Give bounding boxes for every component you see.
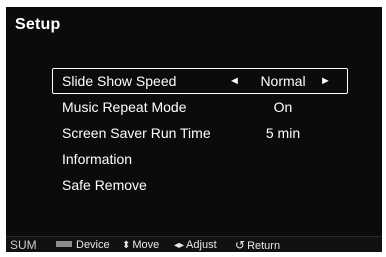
menu-item-safe-remove[interactable]: Safe Remove <box>52 172 348 198</box>
setup-menu: Slide Show Speed ◄ Normal ► Music Repeat… <box>52 68 348 198</box>
menu-item-label: Slide Show Speed <box>62 73 177 89</box>
footer-adjust-hint: ◂▸ Adjust <box>174 237 217 252</box>
menu-item-label: Music Repeat Mode <box>62 99 187 115</box>
page-title: Setup <box>15 16 61 33</box>
menu-item-information[interactable]: Information <box>52 146 348 172</box>
footer-help-bar: SUM Device ⬍ Move ◂▸ Adjust ↺ Return <box>6 236 382 252</box>
footer-move-hint: ⬍ Move <box>122 237 159 252</box>
menu-item-screen-saver-run-time[interactable]: Screen Saver Run Time 5 min <box>52 120 348 146</box>
menu-item-label: Screen Saver Run Time <box>62 125 211 141</box>
tv-setup-screen: Setup Slide Show Speed ◄ Normal ► Music … <box>6 7 382 252</box>
return-icon: ↺ <box>235 238 246 252</box>
footer-brand: SUM <box>10 238 37 252</box>
up-down-arrow-icon: ⬍ <box>122 240 131 251</box>
footer-adjust-label: Adjust <box>186 239 217 251</box>
footer-return-label: Return <box>247 240 281 252</box>
footer-device-label: Device <box>76 239 110 251</box>
menu-item-value: On <box>273 99 293 115</box>
menu-item-value: 5 min <box>265 125 301 141</box>
menu-item-label: Information <box>62 151 133 167</box>
menu-item-slide-show-speed[interactable]: Slide Show Speed ◄ Normal ► <box>52 68 348 94</box>
device-key-icon <box>56 241 72 247</box>
arrow-right-icon[interactable]: ► <box>320 69 331 93</box>
footer-device-hint: Device <box>56 237 110 252</box>
footer-move-label: Move <box>132 239 160 251</box>
left-right-arrow-icon: ◂▸ <box>174 240 185 251</box>
menu-item-label: Safe Remove <box>62 177 147 193</box>
footer-return-hint: ↺ Return <box>235 237 280 252</box>
menu-item-music-repeat-mode[interactable]: Music Repeat Mode On <box>52 94 348 120</box>
